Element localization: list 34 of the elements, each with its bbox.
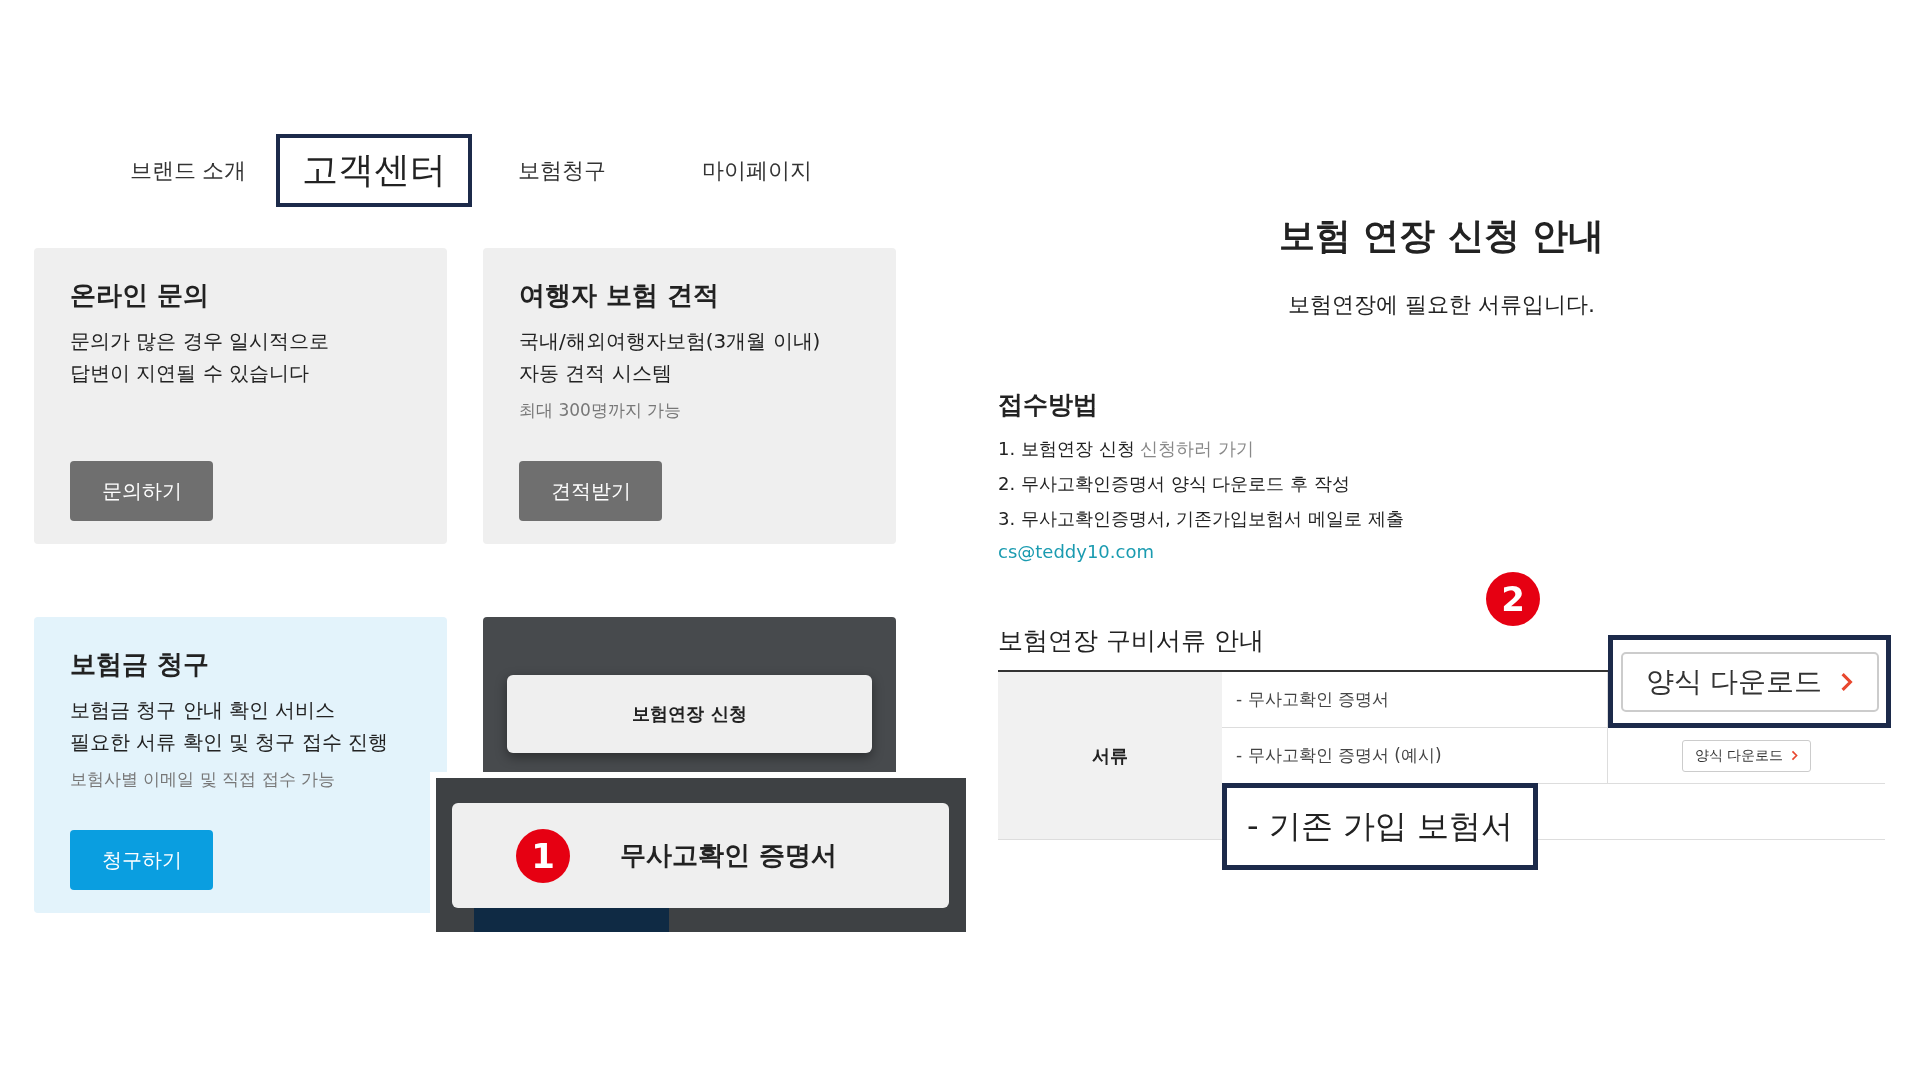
nav-tab[interactable]: 보험청구 — [472, 134, 652, 207]
table-cell: - 무사고확인 증명서 — [1222, 672, 1607, 728]
chevron-icon — [1791, 750, 1799, 761]
chevron-icon — [1840, 670, 1854, 693]
download-button[interactable]: 양식 다운로드 — [1620, 651, 1879, 712]
card-description: 문의가 많은 경우 일시적으로 답변이 지연될 수 있습니다 — [70, 328, 331, 387]
table-header-cell: 서류 — [998, 672, 1222, 840]
page-title: 보험 연장 신청 안내 — [1277, 214, 1606, 258]
step-text: 3. 무사고확인증명서, 기존가입보험서 메일로 제출 — [998, 507, 1405, 529]
step-badge: 1 — [516, 828, 570, 883]
page-subtitle: 보험연장에 필요한 서류입니다. — [1287, 291, 1596, 319]
popup-button[interactable]: 보험연장 신청 — [507, 675, 872, 753]
card-note: 보험사별 이메일 및 직접 접수 가능 — [70, 768, 337, 791]
download-button[interactable]: 양식 다운로드 — [1681, 739, 1812, 772]
menu-item[interactable]: 1 무사고확인 증명서 — [452, 803, 949, 908]
card-button[interactable]: 문의하기 — [70, 461, 213, 521]
step-badge: 2 — [1486, 572, 1540, 626]
nav-tab[interactable]: 브랜드 소개 — [100, 134, 276, 207]
card-title: 보험금 청구 — [70, 648, 211, 681]
card-title: 온라인 문의 — [70, 279, 211, 312]
nav-tab[interactable]: 마이페이지 — [652, 134, 862, 207]
card-button[interactable]: 견적받기 — [519, 461, 662, 521]
card-title: 여행자 보험 견적 — [519, 279, 721, 312]
card-note: 최대 300명까지 가능 — [519, 399, 683, 422]
apply-link[interactable]: 신청하러 가기 — [1140, 438, 1255, 459]
card-description: 보험금 청구 안내 확인 서비스 필요한 서류 확인 및 청구 접수 진행 — [70, 697, 390, 756]
card-description: 국내/해외여행자보험(3개월 이내) 자동 견적 시스템 — [519, 328, 822, 387]
nav-tab[interactable]: 고객센터 — [276, 134, 472, 207]
section-heading: 접수방법 — [998, 389, 1099, 421]
step-text: 2. 무사고확인증명서 양식 다운로드 후 작성 — [998, 472, 1351, 494]
section-heading: 보험연장 구비서류 안내 — [998, 625, 1265, 656]
document-name: - 기존 가입 보험서 — [1222, 783, 1538, 870]
menu-item-label: 무사고확인 증명서 — [620, 839, 838, 872]
step-text: 1. 보험연장 신청 신청하러 가기 — [998, 437, 1256, 459]
